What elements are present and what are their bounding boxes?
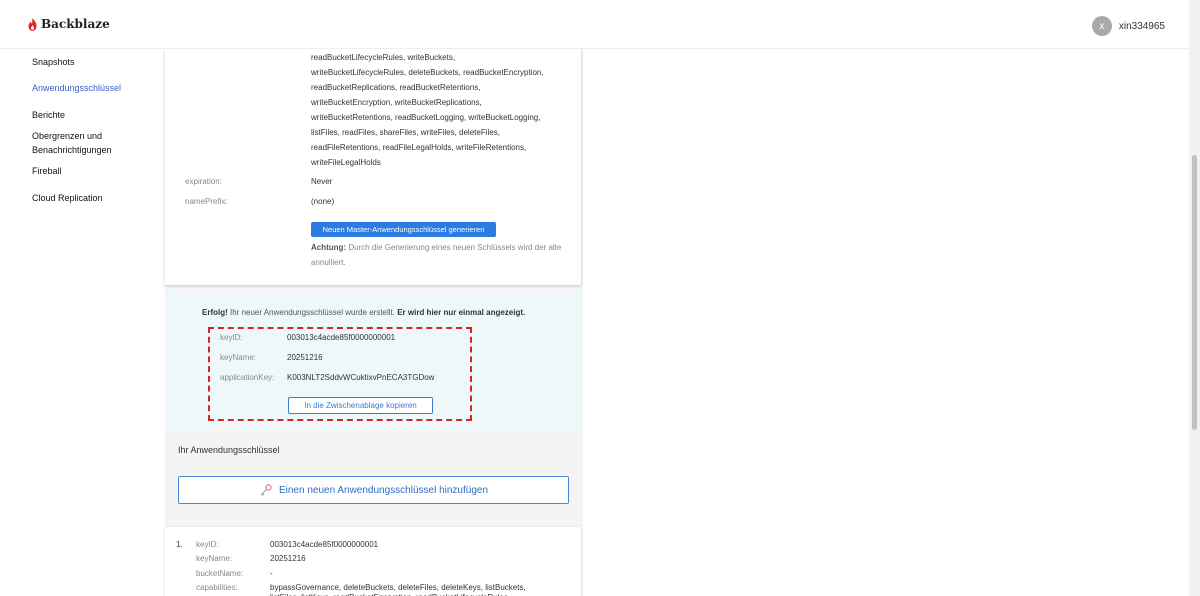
- keys-section-title: Ihr Anwendungsschlüssel: [178, 445, 280, 455]
- username[interactable]: xin334965: [1119, 21, 1165, 32]
- warning-label: Achtung:: [311, 243, 347, 252]
- sidebar-item-reports[interactable]: Berichte: [32, 108, 65, 122]
- new-keyname-label: keyName:: [220, 353, 257, 362]
- list-keyname-label: keyName:: [196, 554, 233, 563]
- flame-icon: [28, 17, 37, 31]
- success-once-note: Er wird hier nur einmal angezeigt.: [397, 308, 526, 317]
- new-appkey-label: applicationKey:: [220, 373, 275, 382]
- new-keyname-value: 20251216: [287, 353, 323, 362]
- page-scrollbar[interactable]: [1189, 0, 1200, 596]
- expiration-value: Never: [311, 177, 333, 186]
- sidebar-item-fireball[interactable]: Fireball: [32, 164, 62, 178]
- copy-to-clipboard-button[interactable]: In die Zwischenablage kopieren: [288, 397, 433, 414]
- new-appkey-value: K003NLT2SddvWCuktixvPnECA3TGDow: [287, 373, 435, 382]
- capability-line: writeBucketRetentions, readBucketLogging…: [311, 113, 541, 122]
- list-keyid-label: keyID:: [196, 540, 219, 549]
- master-key-warning: Achtung: Durch die Generierung eines neu…: [311, 240, 576, 270]
- new-keyid-label: keyID:: [220, 333, 243, 342]
- capability-line: readFileRetentions, readFileLegalHolds, …: [311, 143, 527, 152]
- list-bucketname-label: bucketName:: [196, 569, 244, 578]
- list-keyname-value: 20251216: [270, 554, 306, 563]
- key-index: 1.: [176, 540, 183, 549]
- success-text: Ihr neuer Anwendungsschlüssel wurde erst…: [227, 308, 398, 317]
- warning-text: Durch die Generierung eines neuen Schlüs…: [311, 243, 562, 267]
- expiration-label: expiration:: [185, 177, 222, 186]
- user-menu[interactable]: x xin334965: [1091, 16, 1165, 36]
- capability-line: readBucketLifecycleRules, writeBuckets,: [311, 53, 456, 62]
- capability-line: listFiles, readFiles, shareFiles, writeF…: [311, 128, 500, 137]
- sidebar-item-cloud-replication[interactable]: Cloud Replication: [32, 191, 103, 205]
- list-keyid-value: 003013c4acde85f0000000001: [270, 540, 379, 549]
- add-key-label: Einen neuen Anwendungsschlüssel hinzufüg…: [278, 484, 489, 496]
- scrollbar-thumb[interactable]: [1192, 155, 1197, 430]
- sidebar-item-application-keys[interactable]: Anwendungsschlüssel: [32, 81, 121, 95]
- key-add-icon: [260, 484, 272, 496]
- list-bucketname-value: -: [270, 569, 273, 578]
- nameprefix-label: namePrefix:: [185, 197, 228, 206]
- avatar[interactable]: x: [1091, 16, 1112, 36]
- capability-line: writeFileLegalHolds: [311, 158, 381, 167]
- list-capabilities-label: capabilities:: [196, 583, 238, 592]
- logo-text: Backblaze: [41, 17, 110, 31]
- capabilities-list: readBucketLifecycleRules, writeBuckets, …: [311, 50, 544, 170]
- success-message: Erfolg! Ihr neuer Anwendungsschlüssel wu…: [202, 308, 525, 317]
- top-header: Backblaze x xin334965: [0, 0, 1189, 49]
- sidebar-item-snapshots[interactable]: Snapshots: [32, 55, 75, 69]
- sidebar-item-caps-alerts-line2[interactable]: Benachrichtigungen: [32, 143, 112, 157]
- add-application-key-button[interactable]: Einen neuen Anwendungsschlüssel hinzufüg…: [178, 476, 569, 504]
- new-keyid-value: 003013c4acde85f0000000001: [287, 333, 396, 342]
- capability-line: readBucketReplications, readBucketRetent…: [311, 83, 481, 92]
- capability-line: writeBucketEncryption, writeBucketReplic…: [311, 98, 482, 107]
- generate-master-key-button[interactable]: Neuen Master-Anwendungsschlüssel generie…: [311, 222, 496, 237]
- sidebar-item-caps-alerts[interactable]: Obergrenzen und: [32, 129, 102, 143]
- capability-line: writeBucketLifecycleRules, deleteBuckets…: [311, 68, 544, 77]
- list-capabilities-value-line2: listFiles, listKeys, readBucketEncryptio…: [270, 592, 510, 596]
- backblaze-logo[interactable]: Backblaze: [28, 17, 110, 31]
- nameprefix-value: (none): [311, 197, 335, 206]
- success-prefix: Erfolg!: [202, 308, 228, 317]
